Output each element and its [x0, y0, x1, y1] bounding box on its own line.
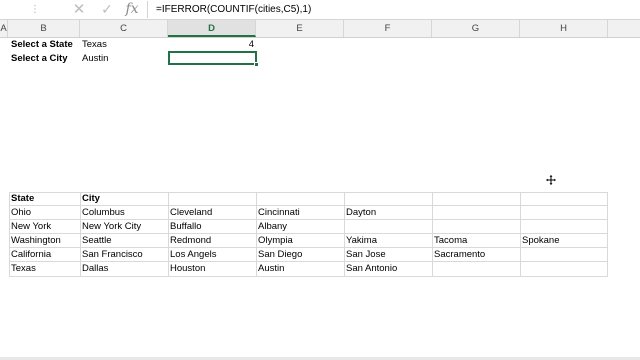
- state-selector-label: Select a State: [11, 39, 73, 50]
- table-cell-city[interactable]: Los Angels: [168, 248, 256, 261]
- table-cell-city[interactable]: Seattle: [80, 234, 168, 247]
- table-cell-city[interactable]: San Francisco: [80, 248, 168, 261]
- column-header-e[interactable]: E: [256, 20, 344, 37]
- table-cell-city[interactable]: Columbus: [80, 206, 168, 219]
- column-header-a[interactable]: A: [0, 20, 8, 37]
- column-header-row: A B C D E F G H: [0, 20, 640, 38]
- table-cell-city[interactable]: Houston: [168, 262, 256, 275]
- table-cell-state[interactable]: Texas: [9, 262, 80, 275]
- table-header-city: City: [82, 193, 100, 204]
- table-cell-city[interactable]: New York City: [80, 220, 168, 233]
- table-cell-city[interactable]: San Diego: [256, 248, 344, 261]
- table-cell-city[interactable]: Cincinnati: [256, 206, 344, 219]
- fill-handle[interactable]: [254, 62, 259, 67]
- table-cell-state[interactable]: Washington: [9, 234, 80, 247]
- table-cell-city[interactable]: Redmond: [168, 234, 256, 247]
- table-cell-city[interactable]: San Jose: [344, 248, 432, 261]
- city-selector-value[interactable]: Austin: [80, 52, 168, 65]
- column-header-b[interactable]: B: [8, 20, 80, 37]
- state-count-cell[interactable]: 4: [168, 38, 256, 51]
- formula-bar-separator: [147, 1, 148, 18]
- table-cell-city[interactable]: Olympia: [256, 234, 344, 247]
- table-cell-city[interactable]: Tacoma: [432, 234, 520, 247]
- table-cell-city[interactable]: Cleveland: [168, 206, 256, 219]
- table-cell-city[interactable]: Spokane: [520, 234, 607, 247]
- column-header-f[interactable]: F: [344, 20, 432, 37]
- table-cell-city[interactable]: Austin: [256, 262, 344, 275]
- table-cell-city[interactable]: Dallas: [80, 262, 168, 275]
- column-header-g[interactable]: G: [432, 20, 520, 37]
- move-cursor-icon: [545, 174, 557, 186]
- table-cell-city[interactable]: Buffallo: [168, 220, 256, 233]
- table-cell-city[interactable]: Albany: [256, 220, 344, 233]
- column-header-d[interactable]: D: [168, 20, 256, 37]
- enter-icon[interactable]: ✓: [100, 1, 114, 18]
- table-cell-city[interactable]: Dayton: [344, 206, 432, 219]
- table-cell-city[interactable]: Yakima: [344, 234, 432, 247]
- table-cell-city[interactable]: Sacramento: [432, 248, 520, 261]
- table-cell-state[interactable]: Ohio: [9, 206, 80, 219]
- column-header-h[interactable]: H: [520, 20, 608, 37]
- city-selector-label: Select a City: [11, 53, 68, 64]
- formula-input[interactable]: =IFERROR(COUNTIF(cities,C5),1): [156, 2, 311, 17]
- formula-bar: ⋮ ✕ ✓ fx =IFERROR(COUNTIF(cities,C5),1): [0, 0, 640, 20]
- table-header-state: State: [11, 193, 35, 204]
- cancel-icon[interactable]: ✕: [72, 1, 86, 18]
- state-city-table: State City Ohio Columbus Cleveland Cinci…: [9, 192, 608, 277]
- table-cell-state[interactable]: New York: [9, 220, 80, 233]
- table-cell-state[interactable]: California: [9, 248, 80, 261]
- active-cell-d5[interactable]: [168, 51, 257, 65]
- state-selector-value[interactable]: Texas: [80, 38, 168, 51]
- insert-function-button[interactable]: fx: [124, 1, 140, 18]
- grid-line: [9, 276, 608, 277]
- column-header-c[interactable]: C: [80, 20, 168, 37]
- formula-bar-grip-icon[interactable]: ⋮: [30, 3, 40, 16]
- table-cell-city[interactable]: San Antonio: [344, 262, 432, 275]
- grid-line: [607, 192, 608, 277]
